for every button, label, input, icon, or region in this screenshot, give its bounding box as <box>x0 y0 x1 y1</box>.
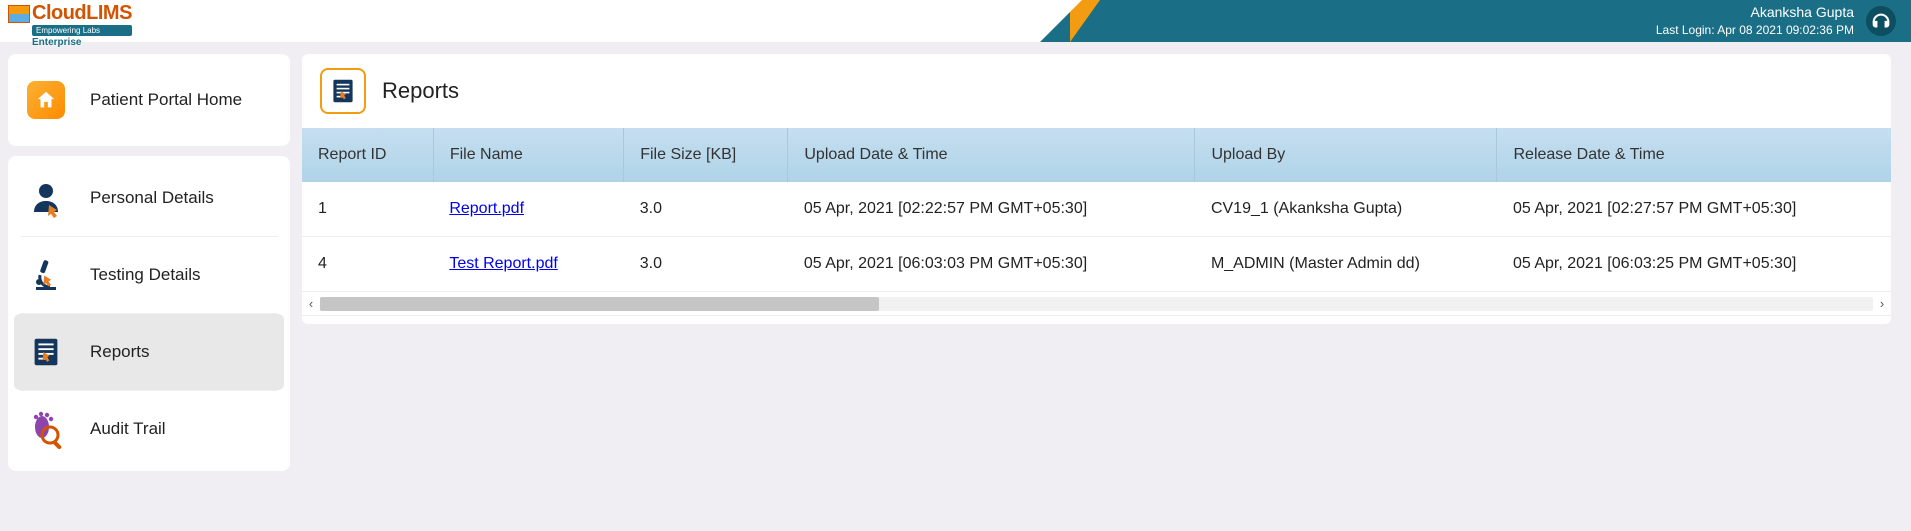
cell-report-id: 4 <box>302 237 433 292</box>
support-icon[interactable] <box>1866 6 1896 36</box>
cell-release-dt: 05 Apr, 2021 [06:03:25 PM GMT+05:30] <box>1497 237 1891 292</box>
table-header-row: Report ID File Name File Size [KB] Uploa… <box>302 128 1891 182</box>
footprint-icon <box>24 407 68 451</box>
sidebar-label: Testing Details <box>90 265 201 285</box>
scroll-right-icon[interactable]: › <box>1875 296 1889 311</box>
sidebar-home-label: Patient Portal Home <box>90 90 242 110</box>
scroll-left-icon[interactable]: ‹ <box>304 296 318 311</box>
file-link[interactable]: Report.pdf <box>449 200 524 217</box>
col-upload-by[interactable]: Upload By <box>1195 128 1497 182</box>
content-card: Reports Report ID File Name File Size [K… <box>302 54 1891 324</box>
logo-edition: Enterprise <box>32 37 132 48</box>
logo-icon <box>8 5 30 23</box>
microscope-icon <box>24 253 68 297</box>
person-icon <box>24 176 68 220</box>
sidebar-item-testing-details[interactable]: Testing Details <box>14 237 284 313</box>
sidebar-label: Personal Details <box>90 188 214 208</box>
table-row[interactable]: 4 Test Report.pdf 3.0 05 Apr, 2021 [06:0… <box>302 237 1891 292</box>
reports-page-icon <box>320 68 366 114</box>
cell-report-id: 1 <box>302 182 433 237</box>
page-header: Reports <box>302 68 1891 128</box>
cell-upload-dt: 05 Apr, 2021 [06:03:03 PM GMT+05:30] <box>788 237 1195 292</box>
sidebar-item-personal-details[interactable]: Personal Details <box>14 160 284 236</box>
user-name: Akanksha Gupta <box>1656 3 1854 23</box>
cell-file-size: 3.0 <box>624 237 788 292</box>
cell-file-size: 3.0 <box>624 182 788 237</box>
col-report-id[interactable]: Report ID <box>302 128 433 182</box>
header-right: Akanksha Gupta Last Login: Apr 08 2021 0… <box>1656 3 1911 39</box>
logo[interactable]: CloudLIMS Empowering Labs Enterprise <box>8 0 132 48</box>
col-upload-datetime[interactable]: Upload Date & Time <box>788 128 1195 182</box>
sidebar: Patient Portal Home Personal Details Tes… <box>8 54 290 471</box>
scroll-track[interactable] <box>320 297 1873 311</box>
cell-file-name: Test Report.pdf <box>433 237 623 292</box>
hscroll-row: ‹ › <box>302 292 1891 316</box>
sidebar-nav-card: Personal Details Testing Details Reports <box>8 156 290 471</box>
sidebar-label: Audit Trail <box>90 419 166 439</box>
horizontal-scrollbar[interactable]: ‹ › <box>304 296 1889 311</box>
cell-file-name: Report.pdf <box>433 182 623 237</box>
cell-upload-by: CV19_1 (Akanksha Gupta) <box>1195 182 1497 237</box>
cell-upload-by: M_ADMIN (Master Admin dd) <box>1195 237 1497 292</box>
col-release-datetime[interactable]: Release Date & Time <box>1497 128 1891 182</box>
home-icon <box>24 78 68 122</box>
header-accent <box>1070 0 1120 42</box>
sidebar-home-card: Patient Portal Home <box>8 54 290 146</box>
cell-upload-dt: 05 Apr, 2021 [02:22:57 PM GMT+05:30] <box>788 182 1195 237</box>
sidebar-item-audit-trail[interactable]: Audit Trail <box>14 391 284 467</box>
user-info: Akanksha Gupta Last Login: Apr 08 2021 0… <box>1656 3 1854 39</box>
table-wrapper: Report ID File Name File Size [KB] Uploa… <box>302 128 1891 316</box>
logo-subtitle: Empowering Labs <box>32 25 132 36</box>
page-title: Reports <box>382 78 459 104</box>
app-header: CloudLIMS Empowering Labs Enterprise Aka… <box>0 0 1911 42</box>
sidebar-label: Reports <box>90 342 150 362</box>
col-file-name[interactable]: File Name <box>433 128 623 182</box>
reports-table: Report ID File Name File Size [KB] Uploa… <box>302 128 1891 316</box>
reports-icon <box>24 330 68 374</box>
col-file-size[interactable]: File Size [KB] <box>624 128 788 182</box>
sidebar-item-reports[interactable]: Reports <box>14 314 284 390</box>
file-link[interactable]: Test Report.pdf <box>449 255 558 272</box>
logo-text: CloudLIMS <box>32 2 132 25</box>
header-left: CloudLIMS Empowering Labs Enterprise <box>0 0 1040 42</box>
last-login: Last Login: Apr 08 2021 09:02:36 PM <box>1656 22 1854 39</box>
main: Patient Portal Home Personal Details Tes… <box>0 42 1911 471</box>
scroll-thumb[interactable] <box>320 297 879 311</box>
sidebar-item-home[interactable]: Patient Portal Home <box>14 58 284 142</box>
cell-release-dt: 05 Apr, 2021 [02:27:57 PM GMT+05:30] <box>1497 182 1891 237</box>
content: Reports Report ID File Name File Size [K… <box>302 54 1911 471</box>
table-row[interactable]: 1 Report.pdf 3.0 05 Apr, 2021 [02:22:57 … <box>302 182 1891 237</box>
